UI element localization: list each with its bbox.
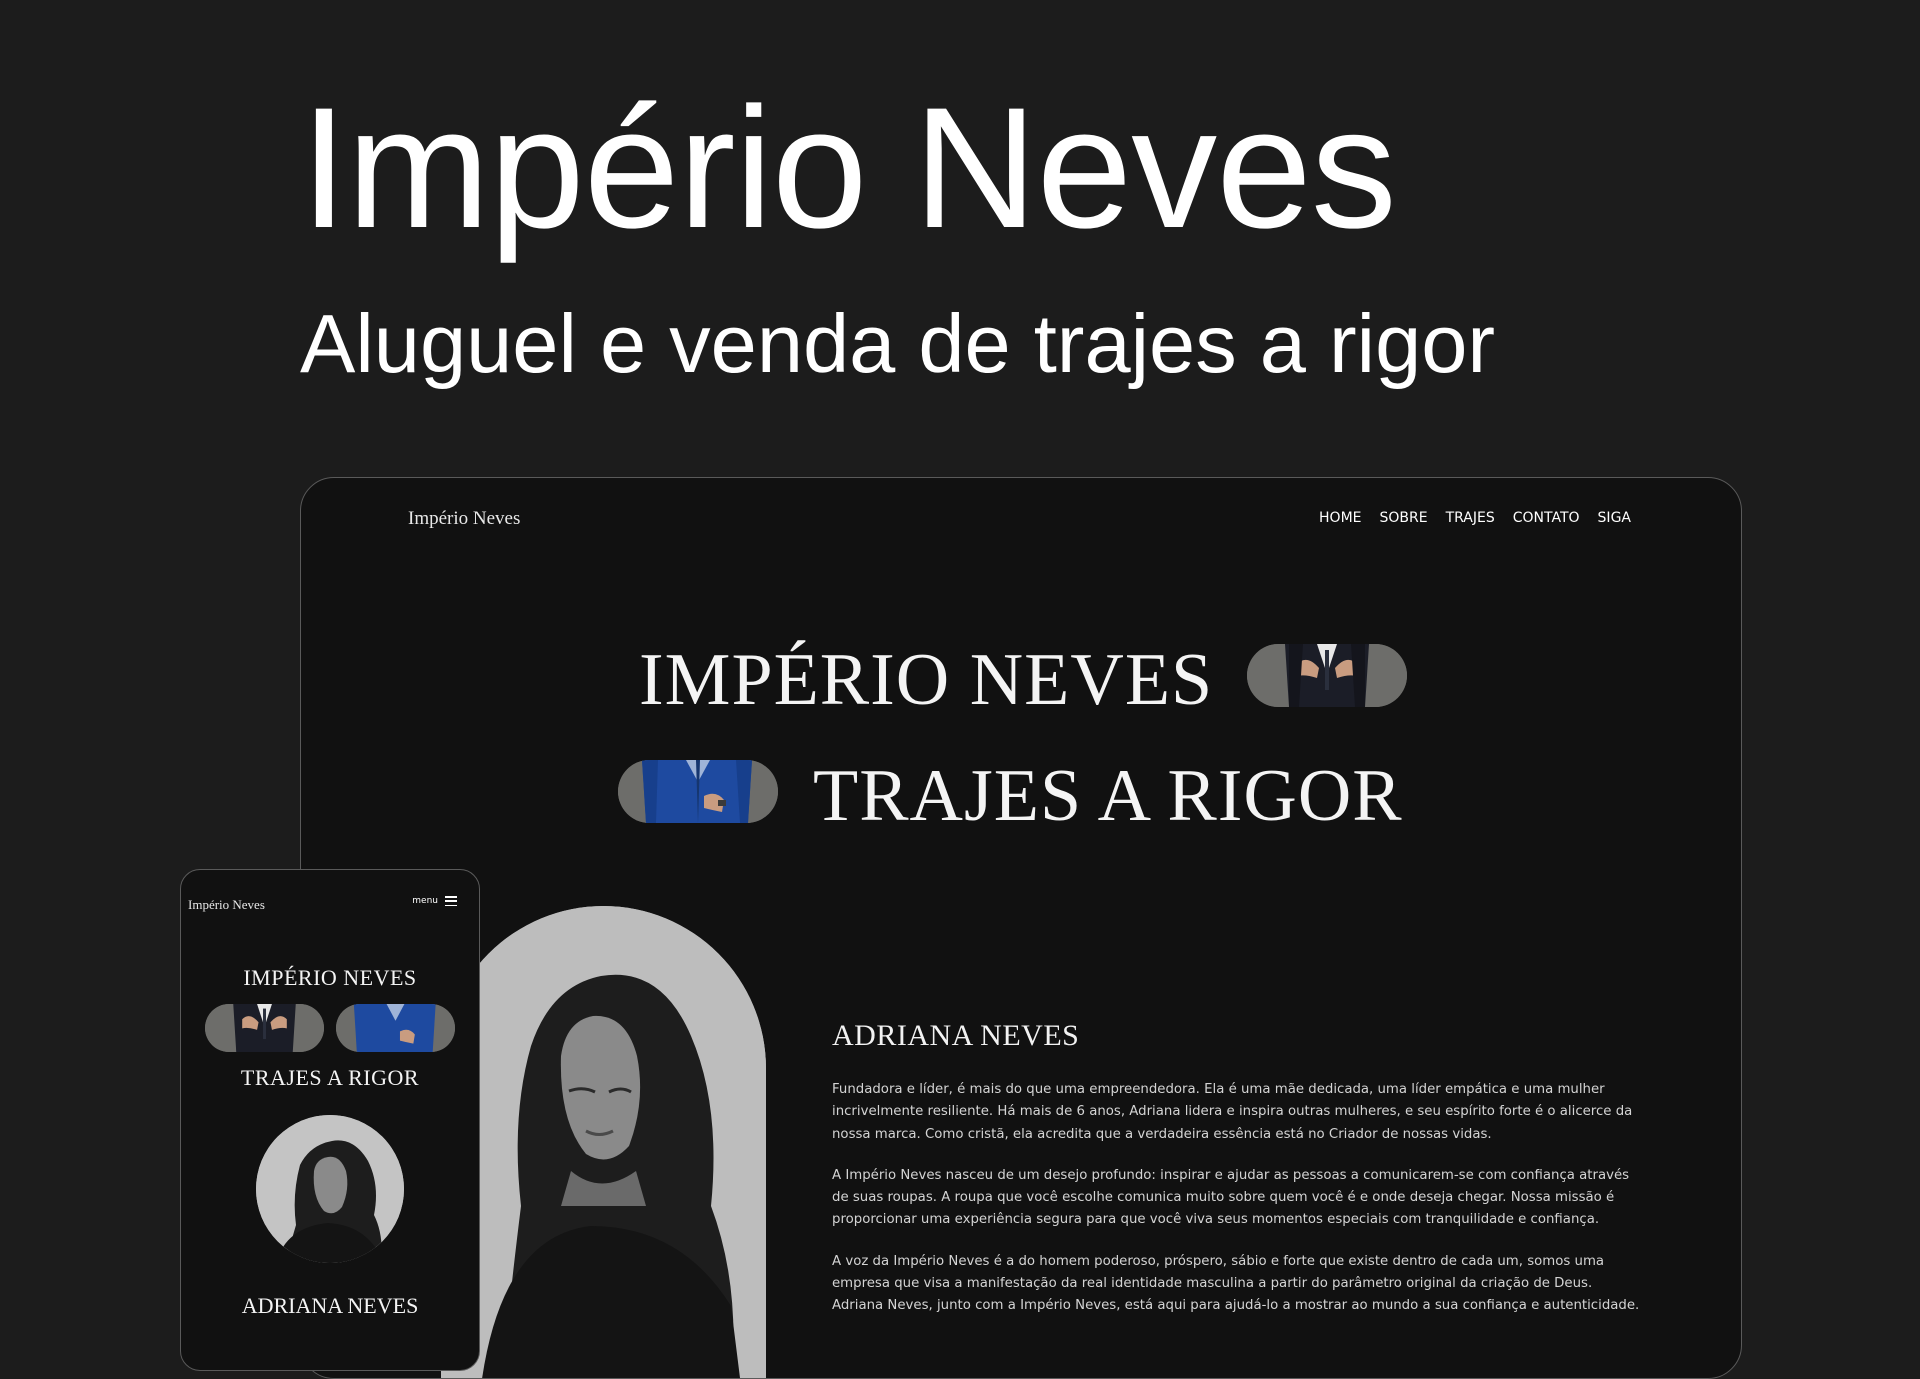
mobile-founder-portrait — [256, 1115, 404, 1263]
page-subtitle: Aluguel e venda de trajes a rigor — [300, 297, 1496, 390]
mobile-mockup: Império Neves menu IMPÉRIO NEVES TRAJES … — [180, 869, 480, 1371]
mobile-menu-button[interactable]: menu — [412, 896, 457, 906]
mobile-hero-title-line2: TRAJES A RIGOR — [240, 1065, 420, 1090]
about-text: Fundadora e líder, é mais do que uma emp… — [832, 1079, 1642, 1337]
mobile-about-heading: ADRIANA NEVES — [241, 1293, 419, 1318]
page-title: Império Neves — [300, 72, 1397, 264]
blue-suit-image — [618, 760, 778, 823]
about-paragraph: Fundadora e líder, é mais do que uma emp… — [832, 1082, 1633, 1142]
menu-label: menu — [412, 896, 438, 906]
nav-siga[interactable]: SIGA — [1598, 510, 1631, 526]
hamburger-menu-icon — [445, 896, 457, 906]
mobile-dark-suit-image — [205, 1004, 324, 1052]
hero-title-line2: TRAJES A RIGOR — [813, 755, 1403, 837]
mobile-hero-title-line1: IMPÉRIO NEVES — [243, 965, 417, 990]
dark-suit-image — [1247, 644, 1407, 707]
about-paragraph: A Império Neves nasceu de um desejo prof… — [832, 1167, 1630, 1228]
nav-trajes[interactable]: TRAJES — [1446, 510, 1495, 526]
desktop-mockup: Império Neves HOME SOBRE TRAJES CONTATO … — [300, 477, 1742, 1379]
site-logo[interactable]: Império Neves — [408, 508, 520, 530]
mobile-logo[interactable]: Império Neves — [188, 897, 265, 913]
nav-home[interactable]: HOME — [1319, 510, 1361, 526]
nav-sobre[interactable]: SOBRE — [1380, 510, 1428, 526]
about-heading: ADRIANA NEVES — [832, 1019, 1080, 1052]
main-nav: HOME SOBRE TRAJES CONTATO SIGA — [1319, 510, 1631, 526]
mobile-blue-suit-image — [336, 1004, 455, 1052]
nav-contato[interactable]: CONTATO — [1513, 510, 1580, 526]
about-paragraph: A voz da Império Neves é a do homem pode… — [832, 1253, 1640, 1314]
founder-portrait — [441, 906, 766, 1378]
hero-title-line1: IMPÉRIO NEVES — [639, 639, 1214, 721]
